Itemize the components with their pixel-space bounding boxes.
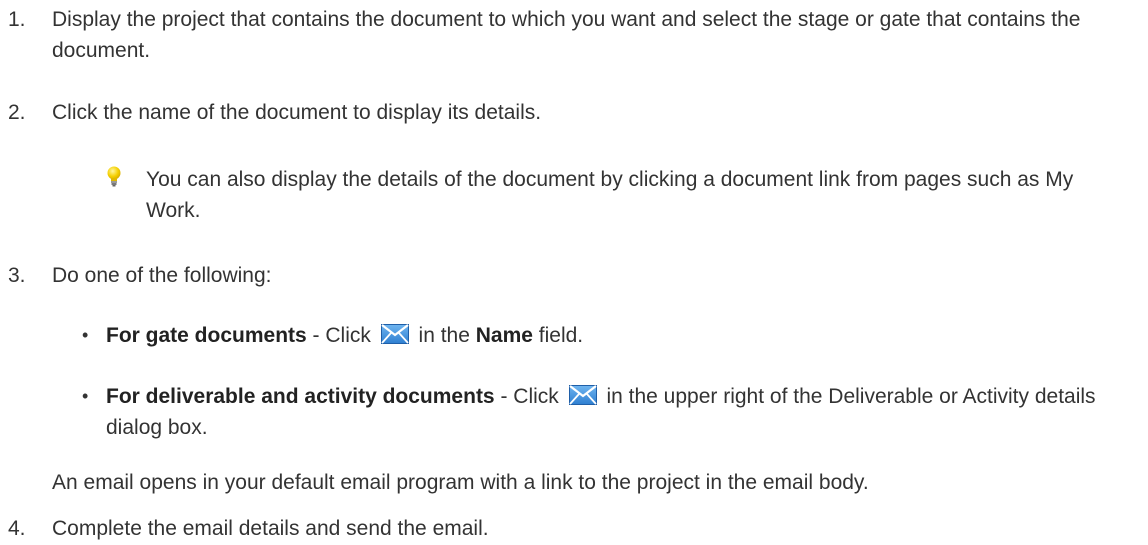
step-text: Click the name of the document to displa… bbox=[52, 101, 542, 124]
email-icon bbox=[568, 385, 597, 405]
bullet-dot: • bbox=[82, 325, 89, 345]
bullet-text: For gate documents - Click in the Name f… bbox=[106, 324, 584, 347]
step-text: Display the project that contains the do… bbox=[52, 8, 1081, 62]
name-field-label: Name bbox=[475, 324, 533, 347]
bullet-dot: • bbox=[82, 386, 89, 406]
step-number: 1. bbox=[8, 8, 26, 31]
bullet-gate-documents: • For gate documents - Click in the Name… bbox=[72, 320, 1142, 351]
step-4: 4. Complete the email details and send t… bbox=[8, 513, 1138, 544]
bullet-deliverable-activity-documents: • For deliverable and activity documents… bbox=[72, 381, 1142, 443]
email-icon bbox=[380, 324, 409, 344]
step-2: 2. Click the name of the document to dis… bbox=[8, 97, 1138, 128]
bullet-text: For deliverable and activity documents -… bbox=[106, 385, 1096, 439]
step-number: 4. bbox=[8, 517, 26, 540]
result-paragraph: An email opens in your default email pro… bbox=[52, 471, 869, 494]
step-text: Complete the email details and send the … bbox=[52, 517, 489, 540]
step-3: 3. Do one of the following: bbox=[8, 260, 1138, 291]
lightbulb-icon bbox=[107, 166, 121, 187]
tip-text: You can also display the details of the … bbox=[146, 168, 1074, 222]
bullet-title: For deliverable and activity documents bbox=[106, 385, 495, 408]
step-number: 3. bbox=[8, 264, 26, 287]
step-number: 2. bbox=[8, 101, 26, 124]
step-text: Do one of the following: bbox=[52, 264, 272, 287]
bullet-title: For gate documents bbox=[106, 324, 307, 347]
tip-note: You can also display the details of the … bbox=[106, 164, 1116, 226]
step-1: 1. Display the project that contains the… bbox=[8, 4, 1138, 66]
